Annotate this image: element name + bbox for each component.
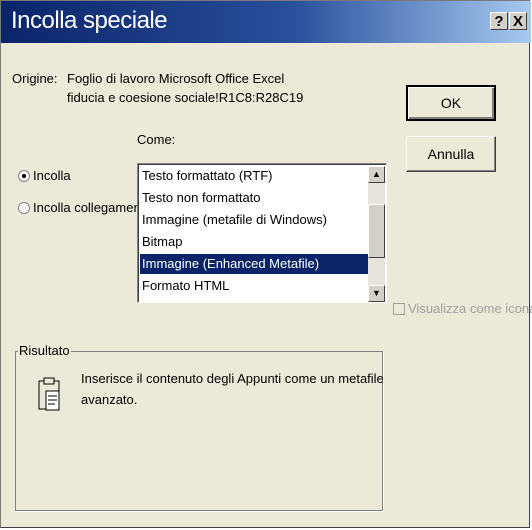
title-bar[interactable]: Incolla speciale ? X — [1, 1, 531, 43]
source-line-1: Foglio di lavoro Microsoft Office Excel — [67, 71, 285, 86]
close-button[interactable]: X — [509, 12, 527, 30]
list-item[interactable]: Testo formattato (RTF) — [140, 166, 368, 186]
paste-radio[interactable] — [18, 170, 30, 182]
paste-radio-label[interactable]: Incolla — [33, 168, 71, 183]
as-label: Come: — [137, 132, 176, 147]
list-item[interactable]: Testo non formattato — [140, 188, 368, 208]
paste-link-radio-label[interactable]: Incolla collegamento — [33, 200, 152, 215]
list-scrollbar[interactable]: ▲ ▼ — [368, 166, 385, 302]
display-as-icon-checkbox[interactable] — [393, 303, 405, 315]
help-button[interactable]: ? — [490, 12, 508, 30]
source-label: Origine: — [12, 71, 58, 86]
display-as-icon-label: Visualizza come icona — [408, 301, 532, 316]
result-description-line-2: avanzato. — [81, 392, 138, 407]
radio-selected-dot — [22, 174, 26, 178]
result-description-line-1: Inserisce il contenuto degli Appunti com… — [81, 371, 384, 386]
list-item[interactable]: Immagine (metafile di Windows) — [140, 210, 368, 230]
ok-button[interactable]: OK — [406, 85, 496, 121]
list-item-selected[interactable]: Immagine (Enhanced Metafile) — [139, 253, 369, 275]
cancel-button[interactable]: Annulla — [406, 136, 496, 172]
list-item[interactable]: Bitmap — [140, 232, 368, 252]
list-item[interactable]: Formato HTML — [140, 276, 368, 296]
clipboard-icon — [38, 377, 60, 411]
scroll-thumb[interactable] — [368, 204, 385, 258]
source-line-2: fiducia e coesione sociale!R1C8:R28C19 — [67, 90, 304, 105]
scroll-down-arrow-icon[interactable]: ▼ — [368, 285, 385, 302]
scroll-up-arrow-icon[interactable]: ▲ — [368, 166, 385, 183]
result-label: Risultato — [18, 343, 71, 358]
paste-special-dialog: Incolla speciale ? X Origine: Foglio di … — [0, 0, 532, 528]
dialog-title: Incolla speciale — [11, 7, 168, 34]
format-listbox[interactable]: Testo formattato (RTF) Testo non formatt… — [137, 163, 387, 303]
paste-link-radio[interactable] — [18, 202, 30, 214]
